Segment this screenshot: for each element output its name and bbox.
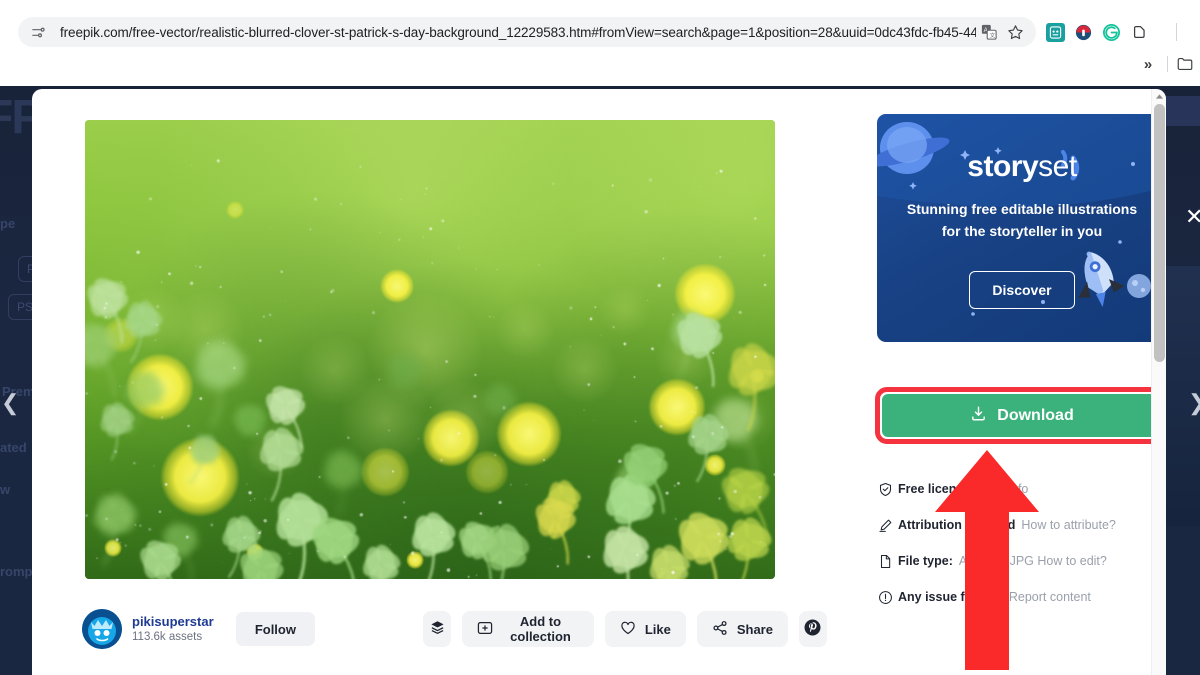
follow-button[interactable]: Follow (236, 612, 316, 646)
info-row-file-type[interactable]: File type: AI, EPS, JPG How to edit? (878, 543, 1148, 579)
pinterest-button[interactable] (799, 611, 827, 647)
asset-detail-modal: pikisuperstar 113.6k assets Follow Add t… (32, 89, 1166, 675)
svg-text:文: 文 (989, 31, 995, 39)
free-license-more-link[interactable]: More info (976, 482, 1028, 496)
modal-scrollbar[interactable] (1151, 89, 1166, 675)
free-license-label: Free license (898, 482, 970, 496)
storyset-tagline: Stunning free editable illustrations for… (899, 198, 1145, 242)
share-button[interactable]: Share (697, 611, 788, 647)
scroll-up-arrow-icon[interactable] (1152, 89, 1166, 103)
freepik-page: FP pe PN PSD Premi ated w rompt ❮ ❯ ✕ (0, 86, 1200, 675)
discover-button[interactable]: Discover (969, 271, 1075, 309)
extensions-toolbar (1046, 20, 1149, 44)
extension-icon-4[interactable] (1130, 23, 1149, 42)
translate-icon[interactable]: A 文 (976, 19, 1002, 45)
backdrop-text: ated (0, 440, 27, 455)
info-icon (878, 590, 898, 605)
close-icon[interactable]: ✕ (1185, 206, 1200, 228)
star-icon[interactable] (1002, 19, 1028, 45)
attribution-how-link[interactable]: How to attribute? (1021, 518, 1116, 532)
download-button[interactable]: Download (882, 394, 1162, 437)
storyset-ad-banner[interactable]: storyset Stunning free editable illustra… (877, 114, 1166, 342)
file-type-label: File type: (898, 554, 953, 568)
folder-icon[interactable] (1176, 55, 1194, 73)
layers-icon (429, 619, 446, 639)
extension-icon-1[interactable] (1046, 23, 1065, 42)
download-label: Download (997, 407, 1073, 425)
add-to-collection-icon (477, 620, 493, 639)
report-content-link[interactable]: Report content (1009, 590, 1091, 604)
heart-icon (620, 620, 636, 639)
artwork-canvas (85, 120, 775, 579)
info-row-report[interactable]: Any issue found? Report content (878, 579, 1148, 615)
storyset-logo-bold: story (967, 150, 1038, 183)
add-to-collection-button[interactable]: Add to collection (462, 611, 594, 647)
info-row-attribution[interactable]: Attribution required How to attribute? (878, 507, 1148, 543)
bookmarks-bar: » (0, 48, 1200, 80)
preview-column: pikisuperstar 113.6k assets Follow Add t… (32, 89, 842, 675)
asset-actions: Add to collection Like Share (423, 611, 827, 647)
pen-icon (878, 518, 898, 533)
pinterest-icon (803, 618, 822, 640)
backdrop-text: w (0, 482, 10, 497)
report-label: Any issue found? (898, 590, 1003, 604)
download-area: Download (875, 387, 1166, 444)
file-type-value[interactable]: AI, EPS, JPG How to edit? (959, 554, 1107, 568)
attribution-label: Attribution required (898, 518, 1015, 532)
browser-chrome: freepik.com/free-vector/realistic-blurre… (0, 0, 1200, 86)
like-button[interactable]: Like (605, 611, 686, 647)
bookmarks-overflow-button[interactable]: » (1137, 56, 1159, 73)
address-bar[interactable]: freepik.com/free-vector/realistic-blurre… (18, 17, 1036, 47)
chevron-right-icon[interactable]: ❯ (1188, 392, 1200, 414)
info-row-free-license[interactable]: Free license More info (878, 471, 1148, 507)
tune-icon[interactable] (28, 22, 48, 42)
sidebar-column: storyset Stunning free editable illustra… (842, 89, 1151, 675)
license-info-list: Free license More info Attribution requi… (878, 471, 1148, 615)
grammarly-extension-icon[interactable] (1102, 23, 1121, 42)
backdrop-text: pe (0, 216, 15, 231)
share-label: Share (737, 622, 773, 637)
asset-footer-toolbar: pikisuperstar 113.6k assets Follow Add t… (82, 603, 827, 655)
scrollbar-thumb[interactable] (1154, 104, 1165, 362)
extension-icon-2[interactable] (1074, 23, 1093, 42)
add-to-collection-label: Add to collection (502, 614, 579, 644)
like-label: Like (645, 622, 671, 637)
author-name[interactable]: pikisuperstar (132, 614, 214, 629)
asset-preview-image[interactable] (85, 120, 775, 579)
url-text[interactable]: freepik.com/free-vector/realistic-blurre… (48, 25, 976, 40)
omnibox-row: freepik.com/free-vector/realistic-blurre… (0, 8, 1200, 44)
storyset-logo: storyset (877, 152, 1166, 182)
author-info: pikisuperstar 113.6k assets (132, 614, 214, 645)
shield-icon (878, 482, 898, 497)
layers-button[interactable] (423, 611, 451, 647)
share-icon (712, 620, 728, 639)
download-icon (970, 405, 987, 427)
storyset-logo-light: set (1038, 150, 1077, 183)
avatar[interactable] (82, 609, 122, 649)
file-icon (878, 554, 898, 569)
toolbar-divider (1176, 23, 1177, 41)
chevron-left-icon[interactable]: ❮ (1, 392, 19, 414)
author-asset-count: 113.6k assets (132, 630, 214, 645)
bookmarks-divider (1167, 56, 1168, 72)
